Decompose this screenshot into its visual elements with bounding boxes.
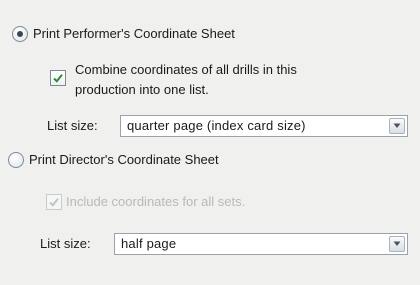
include-all-sets-checkbox bbox=[46, 194, 62, 210]
combine-coordinates-checkbox[interactable] bbox=[50, 70, 66, 86]
radio-selected-dot bbox=[17, 31, 23, 37]
performer-sheet-label[interactable]: Print Performer's Coordinate Sheet bbox=[33, 26, 235, 42]
director-list-size-dropdown-button[interactable] bbox=[389, 236, 405, 252]
performer-sheet-radio[interactable] bbox=[12, 26, 28, 42]
director-sheet-radio[interactable] bbox=[8, 152, 24, 168]
director-sheet-label[interactable]: Print Director's Coordinate Sheet bbox=[29, 152, 219, 168]
checkmark-icon bbox=[53, 74, 63, 83]
combine-coordinates-label-line1: Combine coordinates of all drills in thi… bbox=[75, 62, 297, 77]
include-all-sets-label: Include coordinates for all sets. bbox=[66, 194, 246, 209]
performer-list-size-dropdown-button[interactable] bbox=[389, 118, 405, 134]
performer-list-size-value: quarter page (index card size) bbox=[127, 118, 306, 133]
chevron-down-icon bbox=[393, 123, 401, 128]
director-list-size-label: List size: bbox=[40, 236, 91, 251]
performer-list-size-label: List size: bbox=[47, 118, 98, 133]
checkmark-icon bbox=[49, 198, 59, 207]
director-list-size-value: half page bbox=[121, 236, 177, 251]
chevron-down-icon bbox=[393, 241, 401, 246]
performer-list-size-select[interactable]: quarter page (index card size) bbox=[120, 115, 408, 137]
director-list-size-select[interactable]: half page bbox=[114, 233, 408, 255]
combine-coordinates-label-line2: production into one list. bbox=[75, 82, 209, 97]
